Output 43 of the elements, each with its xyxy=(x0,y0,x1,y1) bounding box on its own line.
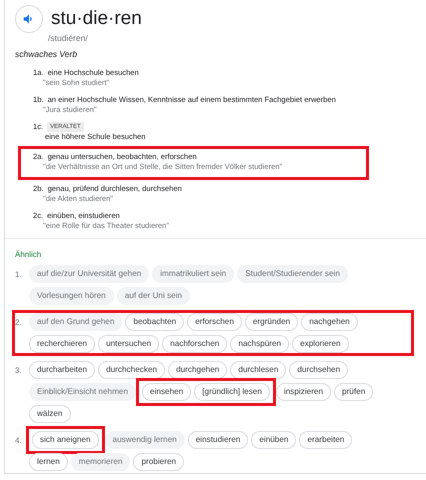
group-number: 4. xyxy=(15,435,23,447)
speaker-button[interactable] xyxy=(15,5,43,33)
synonym-chip[interactable]: auf die/zur Universität gehen xyxy=(29,265,150,283)
synonym-chip[interactable]: prüfen xyxy=(334,383,374,401)
synonym-chip[interactable]: nachforschen xyxy=(162,335,228,353)
group-number: 2. xyxy=(15,317,23,329)
synonym-chip[interactable]: Einblick/Einsicht nehmen xyxy=(29,383,136,401)
synonym-chip[interactable]: lernen xyxy=(29,453,68,471)
synonym-chip[interactable]: memorieren xyxy=(70,453,130,471)
synonym-chip[interactable]: probieren xyxy=(133,453,184,471)
synonym-chip[interactable]: Student/Studierender sein xyxy=(237,265,348,283)
synonym-chip[interactable]: recherchieren xyxy=(29,335,96,353)
synonym-chip[interactable]: ergründen xyxy=(244,313,298,331)
synonym-chip[interactable]: nachspüren xyxy=(230,335,290,353)
group-number: 1. xyxy=(15,269,23,281)
synonym-chip[interactable]: erarbeiten xyxy=(299,431,352,449)
section-heading: Ähnlich xyxy=(5,238,426,260)
synonym-chip[interactable]: durchgehen xyxy=(168,361,228,379)
synonym-chip[interactable]: einstudieren xyxy=(188,431,248,449)
synonym-chip[interactable]: wälzen xyxy=(29,405,70,423)
headword: stu·die·ren xyxy=(51,8,142,30)
group-number: 3. xyxy=(15,365,23,377)
synonym-chip[interactable]: immatrikuliert sein xyxy=(152,265,234,283)
synonym-chip[interactable]: auf den Grund gehen xyxy=(29,313,122,331)
synonym-chip[interactable]: einsehen xyxy=(142,383,192,401)
pronunciation: /studiéren/ xyxy=(48,33,89,44)
synonym-chip[interactable]: untersuchen xyxy=(98,335,160,353)
part-of-speech: schwaches Verb xyxy=(15,49,78,60)
synonym-chip[interactable]: nachgehen xyxy=(301,313,358,331)
synonym-chip[interactable]: auf der Uni sein xyxy=(116,287,190,305)
synonym-chip[interactable]: erforschen xyxy=(187,313,242,331)
synonym-chip[interactable]: inspizieren xyxy=(276,383,332,401)
synonym-chip[interactable]: einüben xyxy=(251,431,296,449)
synonym-chip[interactable]: durcharbeiten xyxy=(29,361,96,379)
synonym-chip[interactable]: [gründlich] lesen xyxy=(194,383,270,401)
synonym-chip[interactable]: durchchecken xyxy=(98,361,166,379)
synonym-chip[interactable]: durchsehen xyxy=(289,361,348,379)
synonym-chip[interactable]: durchlesen xyxy=(230,361,286,379)
synonym-chip[interactable]: sich aneignen xyxy=(32,431,99,449)
synonym-chip[interactable]: Vorlesungen hören xyxy=(29,287,114,305)
synonym-chip[interactable]: beobachten xyxy=(125,313,184,331)
synonym-chip[interactable]: explorieren xyxy=(292,335,349,353)
synonym-chip[interactable]: auswendig lernen xyxy=(104,431,185,449)
